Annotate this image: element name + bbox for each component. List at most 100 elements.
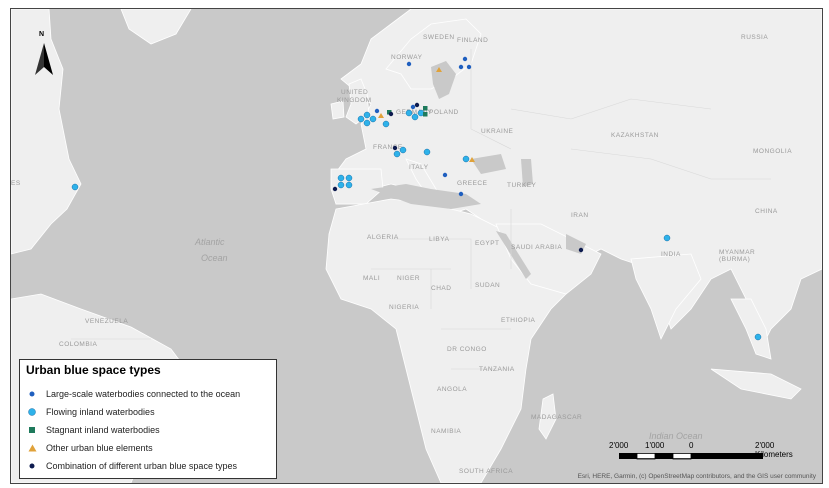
- legend-square-icon: [26, 426, 38, 434]
- svg-text:FINLAND: FINLAND: [457, 37, 488, 44]
- site-marker: [462, 155, 470, 163]
- site-marker: [410, 104, 416, 110]
- svg-text:TANZANIA: TANZANIA: [479, 366, 515, 373]
- site-marker: [578, 247, 584, 253]
- legend-label: Stagnant inland waterbodies: [46, 425, 160, 435]
- legend-label: Large-scale waterbodies connected to the…: [46, 389, 241, 399]
- svg-text:MONGOLIA: MONGOLIA: [753, 148, 792, 155]
- site-marker: [754, 333, 762, 341]
- north-arrow-icon: [35, 43, 53, 75]
- site-marker: [388, 111, 394, 117]
- svg-text:NAMIBIA: NAMIBIA: [431, 428, 461, 435]
- legend-triangle-icon: [26, 444, 38, 452]
- legend-item-flowing: Flowing inland waterbodies: [26, 405, 155, 419]
- site-marker: [423, 106, 428, 111]
- legend-label: Other urban blue elements: [46, 443, 153, 453]
- svg-text:POLAND: POLAND: [429, 109, 459, 116]
- svg-text:MALI: MALI: [363, 275, 380, 282]
- svg-text:TURKEY: TURKEY: [507, 182, 537, 189]
- site-marker: [462, 56, 468, 62]
- svg-text:Ocean: Ocean: [201, 253, 228, 263]
- svg-text:UNITED: UNITED: [341, 89, 368, 96]
- site-marker: [369, 115, 377, 123]
- north-arrow: N: [33, 31, 55, 81]
- svg-text:DR CONGO: DR CONGO: [447, 346, 487, 353]
- site-marker: [71, 183, 79, 191]
- legend-item-combination: Combination of different urban blue spac…: [26, 459, 237, 473]
- svg-text:CHAD: CHAD: [431, 285, 451, 292]
- svg-text:Atlantic: Atlantic: [194, 237, 225, 247]
- site-marker: [411, 113, 419, 121]
- site-marker: [442, 172, 448, 178]
- site-marker: [414, 102, 420, 108]
- svg-text:EGYPT: EGYPT: [475, 240, 500, 247]
- site-marker: [345, 181, 353, 189]
- svg-text:ETHIOPIA: ETHIOPIA: [501, 317, 536, 324]
- legend: Urban blue space types Large-scale water…: [19, 359, 277, 479]
- svg-text:LIBYA: LIBYA: [429, 236, 450, 243]
- svg-text:UKRAINE: UKRAINE: [481, 128, 514, 135]
- site-marker: [393, 150, 401, 158]
- site-marker: [345, 174, 353, 182]
- legend-item-ocean-connected: Large-scale waterbodies connected to the…: [26, 387, 240, 401]
- site-marker: [663, 234, 671, 242]
- svg-text:SWEDEN: SWEDEN: [423, 34, 455, 41]
- svg-text:COLOMBIA: COLOMBIA: [59, 341, 97, 348]
- site-marker: [423, 148, 431, 156]
- site-marker: [423, 112, 428, 117]
- svg-text:ITALY: ITALY: [409, 164, 429, 171]
- site-marker: [332, 186, 338, 192]
- svg-text:IRAN: IRAN: [571, 212, 589, 219]
- attribution-text: Esri, HERE, Garmin, (c) OpenStreetMap co…: [577, 473, 816, 480]
- site-marker: [466, 64, 472, 70]
- svg-text:NIGER: NIGER: [397, 275, 420, 282]
- scale-label: 1'000: [645, 441, 665, 450]
- svg-text:SOUTH AFRICA: SOUTH AFRICA: [459, 468, 513, 475]
- scale-label: 2'000: [609, 441, 629, 450]
- svg-text:NIGERIA: NIGERIA: [389, 304, 419, 311]
- site-marker: [405, 109, 413, 117]
- svg-text:SUDAN: SUDAN: [475, 282, 500, 289]
- site-marker: [357, 115, 365, 123]
- map-frame[interactable]: RUSSIA NORWAY SWEDEN FINLAND UNITED KING…: [10, 8, 823, 484]
- legend-title: Urban blue space types: [26, 363, 161, 377]
- legend-item-stagnant: Stagnant inland waterbodies: [26, 423, 160, 437]
- svg-text:CHINA: CHINA: [755, 208, 778, 215]
- legend-label: Flowing inland waterbodies: [46, 407, 155, 417]
- site-marker: [406, 61, 412, 67]
- site-marker: [458, 64, 464, 70]
- svg-text:INDIA: INDIA: [661, 251, 681, 258]
- site-marker: [363, 119, 371, 127]
- legend-circle-icon: [26, 407, 38, 417]
- site-marker: [392, 145, 398, 151]
- svg-text:KINGDOM: KINGDOM: [337, 97, 372, 104]
- site-marker: [382, 120, 390, 128]
- svg-text:VENEZUELA: VENEZUELA: [85, 318, 128, 325]
- site-marker: [458, 191, 464, 197]
- svg-text:MYANMAR: MYANMAR: [719, 249, 755, 256]
- site-marker: [363, 111, 371, 119]
- svg-text:FRANCE: FRANCE: [373, 144, 403, 151]
- site-marker: [337, 181, 345, 189]
- legend-circle-icon: [26, 462, 38, 470]
- svg-text:KAZAKHSTAN: KAZAKHSTAN: [611, 132, 659, 139]
- svg-text:GREECE: GREECE: [457, 180, 488, 187]
- scale-bar: 2'000 1'000 0 2'000 Kilometers: [609, 441, 814, 469]
- north-label: N: [39, 31, 45, 38]
- svg-text:SAUDI ARABIA: SAUDI ARABIA: [511, 244, 562, 251]
- svg-text:Indian Ocean: Indian Ocean: [649, 431, 703, 441]
- svg-text:ANGOLA: ANGOLA: [437, 386, 467, 393]
- svg-text:ALGERIA: ALGERIA: [367, 234, 399, 241]
- site-marker: [337, 174, 345, 182]
- legend-circle-icon: [26, 390, 38, 398]
- scale-label: 0: [689, 441, 694, 450]
- site-marker: [374, 108, 380, 114]
- scale-bar-graphic: [619, 453, 763, 460]
- svg-text:RUSSIA: RUSSIA: [741, 34, 768, 41]
- legend-item-other: Other urban blue elements: [26, 441, 153, 455]
- svg-text:ES: ES: [11, 180, 21, 187]
- site-marker: [399, 146, 407, 154]
- legend-label: Combination of different urban blue spac…: [46, 461, 237, 471]
- svg-text:MADAGASCAR: MADAGASCAR: [531, 414, 582, 421]
- svg-text:(BURMA): (BURMA): [719, 256, 750, 263]
